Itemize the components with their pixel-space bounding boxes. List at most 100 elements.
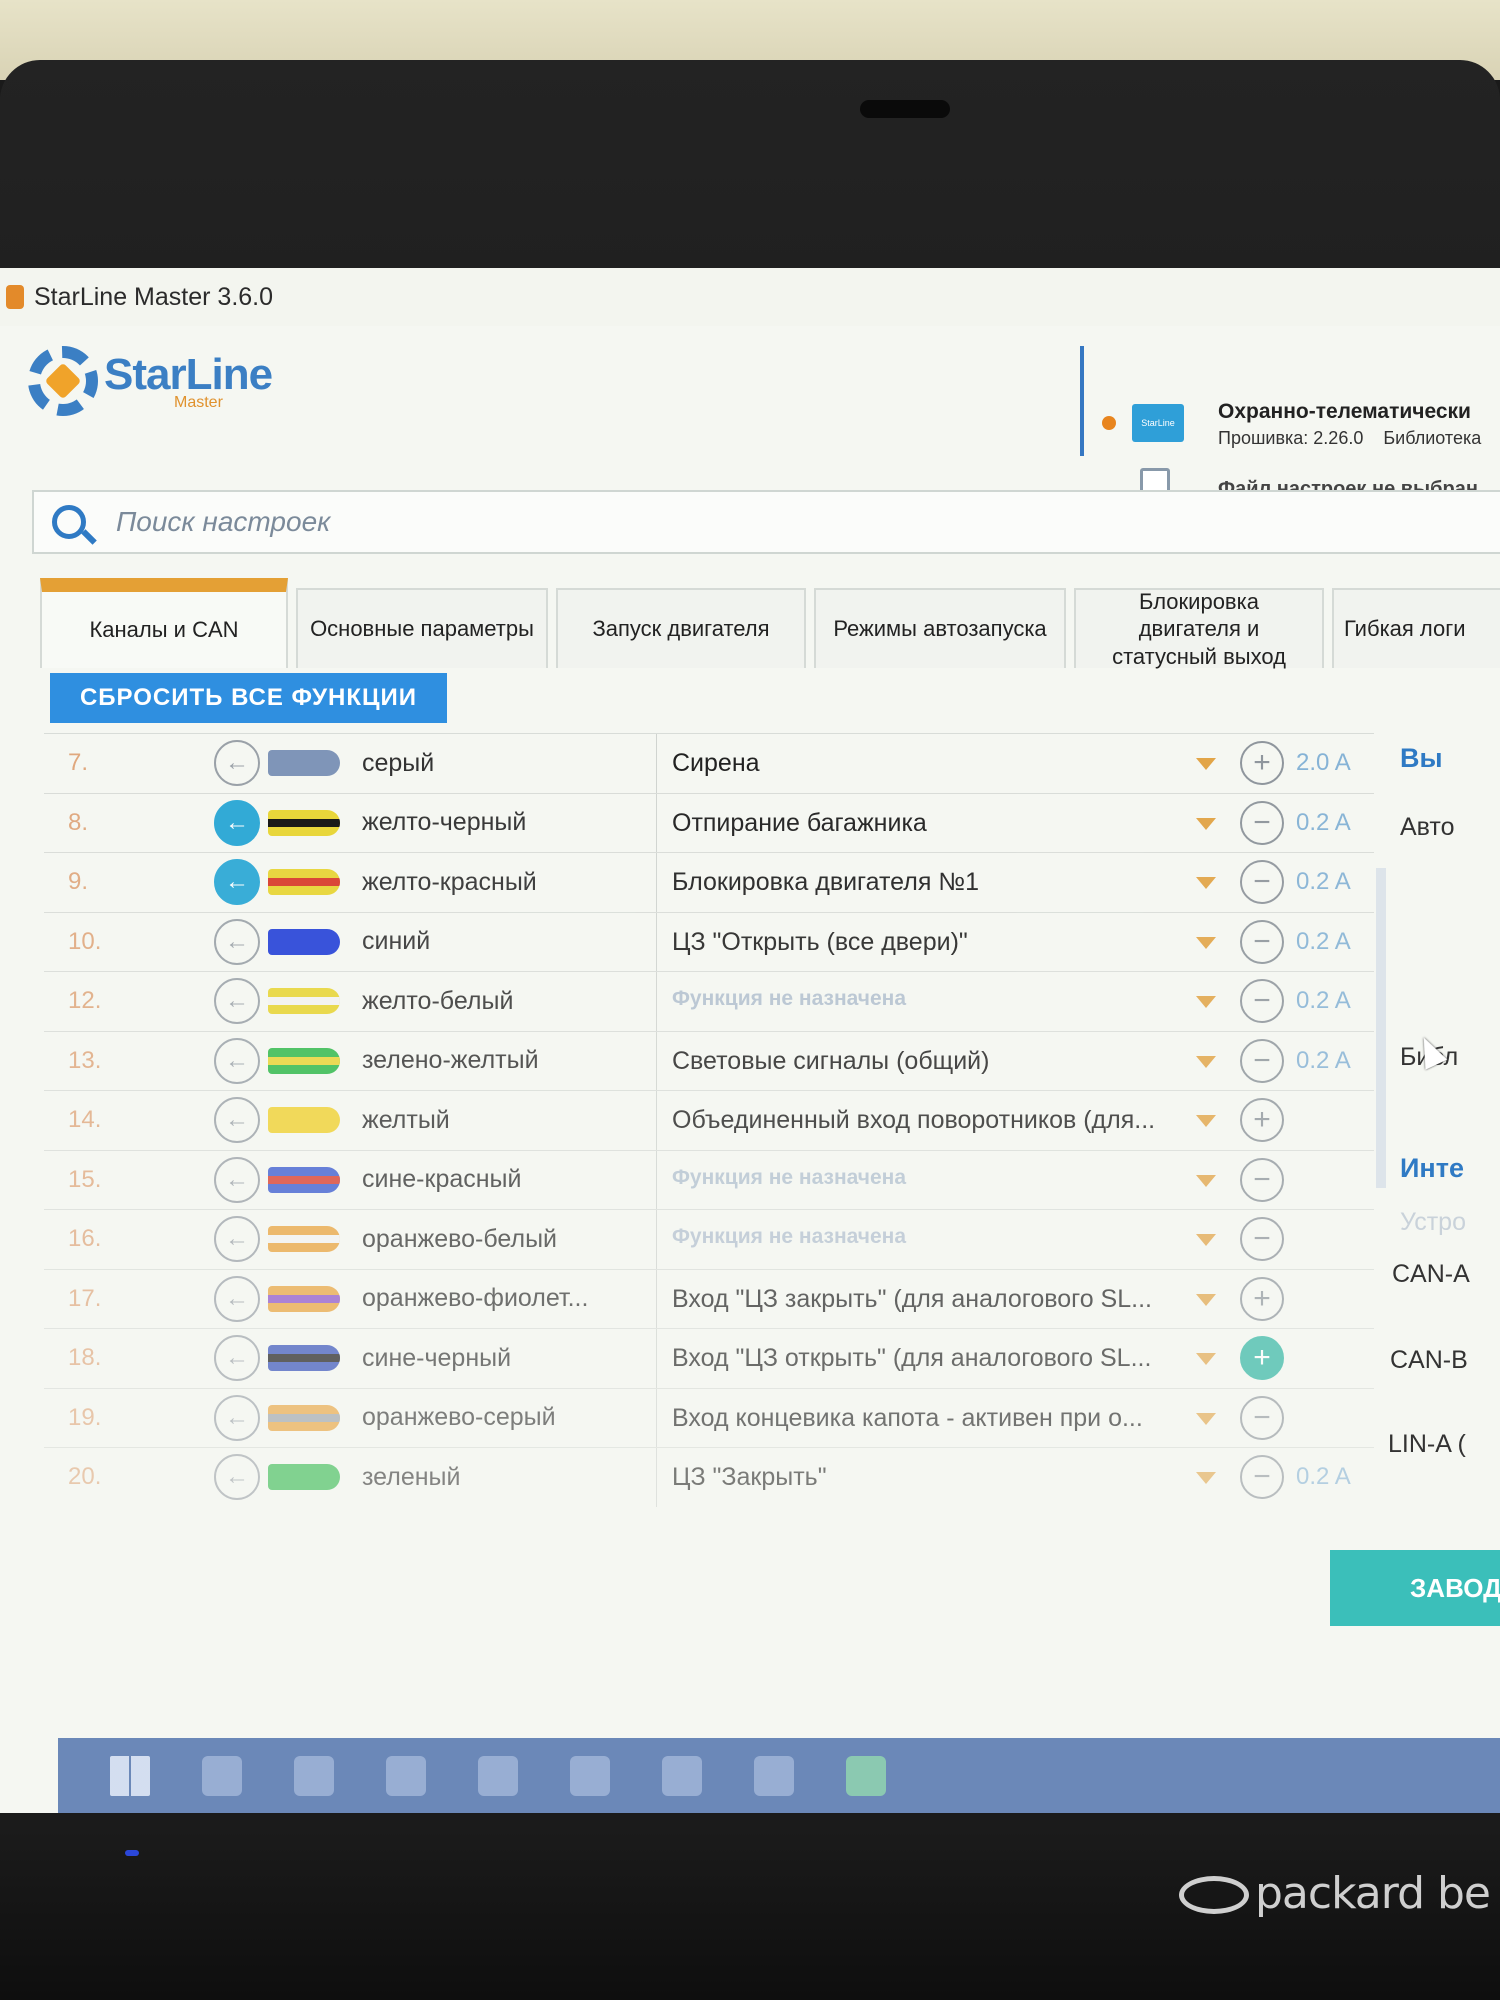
direction-toggle-icon[interactable]: ← (214, 740, 260, 787)
function-select[interactable]: Отпирание багажника (672, 809, 1192, 838)
app-icon-4[interactable] (754, 1755, 794, 1796)
polarity-icon[interactable]: − (1240, 860, 1284, 904)
channel-row[interactable]: 9. ← желто-красный Блокировка двигателя №1 −… (44, 852, 1374, 912)
channel-row[interactable]: 17. ← оранжево-фиолет... Вход "ЦЗ закрыть" … (44, 1268, 1374, 1328)
dropdown-arrow-icon[interactable] (1196, 877, 1216, 889)
function-select[interactable]: Функция не назначена (672, 1166, 1192, 1190)
explorer-icon[interactable] (202, 1755, 242, 1796)
function-select[interactable]: Вход концевика капота - активен при о... (672, 1404, 1192, 1433)
channel-row[interactable]: 14. ← желтый Объединенный вход поворотников… (44, 1090, 1374, 1150)
dropdown-arrow-icon[interactable] (1196, 936, 1216, 949)
dropdown-arrow-icon[interactable] (1196, 1412, 1216, 1425)
direction-toggle-icon[interactable]: ← (214, 1097, 260, 1144)
direction-toggle-icon[interactable]: ← (214, 1216, 260, 1263)
auto-item[interactable]: Авто (1400, 813, 1454, 842)
start-icon[interactable] (110, 1755, 150, 1796)
dropdown-arrow-icon[interactable] (1196, 758, 1216, 770)
function-select[interactable]: Вход "ЦЗ открыть" (для аналогового SL... (672, 1344, 1192, 1373)
polarity-icon[interactable]: + (1240, 1098, 1284, 1142)
dropdown-arrow-icon[interactable] (1196, 1055, 1216, 1068)
scrollbar[interactable] (1376, 868, 1386, 1188)
can-b-item[interactable]: CAN-B (1390, 1346, 1468, 1375)
tab-flexible-logic[interactable]: Гибкая логи (1332, 588, 1500, 668)
can-a-item[interactable]: CAN-A (1392, 1260, 1470, 1289)
polarity-icon[interactable]: − (1240, 1038, 1284, 1083)
dropdown-arrow-icon[interactable] (1196, 817, 1216, 830)
function-select[interactable]: Функция не назначена (672, 1225, 1192, 1249)
function-select[interactable]: Блокировка двигателя №1 (672, 868, 1192, 897)
factory-button[interactable]: ЗАВОД (1330, 1550, 1500, 1626)
function-select[interactable]: Вход "ЦЗ закрыть" (для аналогового SL... (672, 1285, 1192, 1314)
dropdown-arrow-icon[interactable] (1196, 1174, 1216, 1187)
firmware-version: Прошивка: 2.26.0 (1218, 428, 1364, 448)
tab-channels-can[interactable]: Каналы и CAN (40, 578, 288, 668)
polarity-icon[interactable]: − (1240, 1217, 1284, 1261)
device-icon[interactable]: StarLine (1132, 404, 1184, 442)
wire-color-swatch (268, 928, 340, 955)
dropdown-arrow-icon[interactable] (1196, 1293, 1216, 1306)
direction-toggle-icon[interactable]: ← (214, 1454, 260, 1501)
function-select[interactable]: ЦЗ "Закрыть" (672, 1463, 1192, 1492)
wire-color-swatch (268, 1464, 340, 1491)
column-divider (656, 912, 657, 971)
dropdown-arrow-icon[interactable] (1196, 1472, 1216, 1484)
lin-a-item[interactable]: LIN-A ( (1388, 1430, 1466, 1459)
wire-color-name: зеленый (362, 1462, 461, 1491)
direction-toggle-icon[interactable]: ← (214, 859, 260, 906)
channel-row[interactable]: 8. ← желто-черный Отпирание багажника −0.2 A (44, 792, 1374, 852)
direction-toggle-icon[interactable]: ← (214, 918, 260, 965)
channel-row[interactable]: 10. ← синий ЦЗ "Открыть (все двери)" −0.2 A (44, 911, 1374, 971)
search-input[interactable]: Поиск настроек (116, 506, 330, 538)
tab-engine-start[interactable]: Запуск двигателя (556, 588, 806, 668)
polarity-icon[interactable]: + (1240, 1336, 1284, 1380)
channel-row[interactable]: 19. ← оранжево-серый Вход концевика капота … (44, 1387, 1374, 1447)
app-icon-2[interactable] (478, 1755, 518, 1796)
channel-row[interactable]: 13. ← зелено-желтый Световые сигналы (общий… (44, 1030, 1374, 1090)
dropdown-arrow-icon[interactable] (1196, 996, 1216, 1008)
channel-row[interactable]: 12. ← желто-белый Функция не назначена −0.2 … (44, 971, 1374, 1031)
wire-color-name: сине-черный (362, 1343, 512, 1372)
direction-toggle-icon[interactable]: ← (214, 1275, 260, 1322)
app-icon-3[interactable] (662, 1755, 702, 1796)
channels-table: 7. ← серый Сирена +2.0 A 8. ← желто-черный Отпир… (44, 733, 1374, 1507)
starline-taskbar-icon[interactable] (846, 1755, 886, 1796)
polarity-icon[interactable]: − (1240, 1395, 1284, 1440)
function-select[interactable]: Функция не назначена (672, 987, 1192, 1011)
channel-row[interactable]: 15. ← сине-красный Функция не назначена − (44, 1149, 1374, 1209)
channel-row[interactable]: 7. ← серый Сирена +2.0 A (44, 733, 1374, 793)
polarity-icon[interactable]: − (1240, 800, 1284, 845)
polarity-icon[interactable]: − (1240, 1157, 1284, 1202)
polarity-icon[interactable]: + (1240, 741, 1284, 785)
direction-toggle-icon[interactable]: ← (214, 1394, 260, 1441)
function-select[interactable]: Сирена (672, 749, 1192, 778)
tab-engine-block[interactable]: Блокировка двигателя и статусный выход (1074, 588, 1324, 669)
dropdown-arrow-icon[interactable] (1196, 1115, 1216, 1127)
direction-toggle-icon[interactable]: ← (214, 1037, 260, 1084)
polarity-icon[interactable]: − (1240, 979, 1284, 1023)
direction-toggle-icon[interactable]: ← (214, 1156, 260, 1203)
channel-row[interactable]: 16. ← оранжево-белый Функция не назначена − (44, 1209, 1374, 1269)
function-select[interactable]: Световые сигналы (общий) (672, 1047, 1192, 1076)
polarity-icon[interactable]: − (1240, 1455, 1284, 1499)
wire-stripe (268, 997, 340, 1006)
dropdown-arrow-icon[interactable] (1196, 1353, 1216, 1365)
tab-main-params[interactable]: Основные параметры (296, 588, 548, 668)
direction-toggle-icon[interactable]: ← (214, 799, 260, 846)
reset-all-functions-button[interactable]: СБРОСИТЬ ВСЕ ФУНКЦИИ (50, 673, 447, 723)
direction-toggle-icon[interactable]: ← (214, 978, 260, 1025)
polarity-icon[interactable]: − (1240, 919, 1284, 964)
gear-icon (28, 346, 98, 416)
search-bar[interactable]: Поиск настроек (32, 490, 1500, 554)
channel-row[interactable]: 20. ← зеленый ЦЗ "Закрыть" −0.2 A (44, 1447, 1374, 1507)
function-select[interactable]: ЦЗ "Открыть (все двери)" (672, 928, 1192, 957)
function-select[interactable]: Объединенный вход поворотников (для... (672, 1106, 1192, 1135)
channel-row[interactable]: 18. ← сине-черный Вход "ЦЗ открыть" (для ан… (44, 1328, 1374, 1388)
app-icon-1[interactable] (386, 1755, 426, 1796)
tab-autostart-modes[interactable]: Режимы автозапуска (814, 588, 1066, 668)
chrome-icon[interactable] (570, 1755, 610, 1796)
polarity-icon[interactable]: + (1240, 1276, 1284, 1321)
direction-toggle-icon[interactable]: ← (214, 1335, 260, 1382)
telegram-icon[interactable] (294, 1755, 334, 1796)
dropdown-arrow-icon[interactable] (1196, 1234, 1216, 1246)
wire-color-swatch (268, 1226, 340, 1253)
